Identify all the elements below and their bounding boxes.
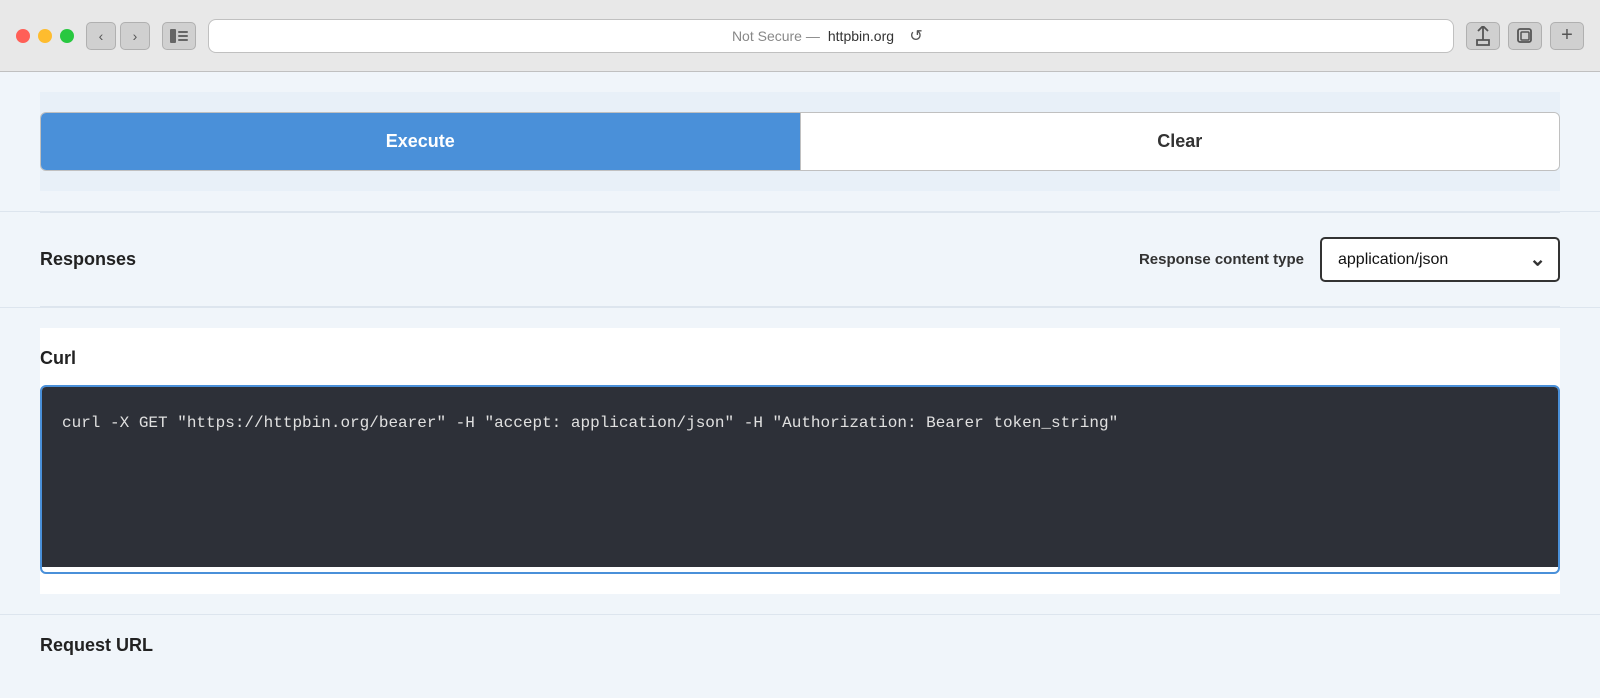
minimize-button[interactable] bbox=[38, 29, 52, 43]
address-bar[interactable]: Not Secure — httpbin.org ↺ bbox=[208, 19, 1454, 53]
divider-2 bbox=[0, 307, 1600, 308]
execute-button[interactable]: Execute bbox=[41, 113, 800, 170]
tabs-button[interactable] bbox=[1508, 22, 1542, 50]
nav-buttons: ‹ › bbox=[86, 22, 150, 50]
domain-label: httpbin.org bbox=[828, 28, 894, 44]
request-url-section: Request URL bbox=[40, 594, 1560, 676]
curl-textarea-wrapper: curl -X GET "https://httpbin.org/bearer"… bbox=[40, 385, 1560, 574]
browser-chrome: ‹ › Not Secure — httpbin.org ↺ + bbox=[0, 0, 1600, 72]
curl-section: Curl curl -X GET "https://httpbin.org/be… bbox=[40, 328, 1560, 594]
responses-section: Responses Response content type applicat… bbox=[40, 212, 1560, 307]
maximize-button[interactable] bbox=[60, 29, 74, 43]
curl-textarea[interactable]: curl -X GET "https://httpbin.org/bearer"… bbox=[42, 387, 1558, 567]
new-tab-button[interactable]: + bbox=[1550, 22, 1584, 50]
traffic-lights bbox=[16, 29, 74, 43]
reload-button[interactable]: ↺ bbox=[902, 22, 930, 50]
not-secure-label: Not Secure — bbox=[732, 28, 820, 44]
page-content: Execute Clear Responses Response content… bbox=[0, 72, 1600, 698]
sidebar-toggle-button[interactable] bbox=[162, 22, 196, 50]
divider-3 bbox=[0, 614, 1600, 615]
response-content-type-label: Response content type bbox=[1139, 251, 1304, 268]
request-url-title: Request URL bbox=[40, 635, 153, 655]
response-content-type-row: Response content type application/json t… bbox=[1139, 237, 1560, 282]
action-buttons-row: Execute Clear bbox=[40, 112, 1560, 171]
back-button[interactable]: ‹ bbox=[86, 22, 116, 50]
browser-actions: + bbox=[1466, 22, 1584, 50]
content-type-select-wrapper: application/json text/plain application/… bbox=[1320, 237, 1560, 282]
responses-title: Responses bbox=[40, 249, 136, 270]
forward-button[interactable]: › bbox=[120, 22, 150, 50]
response-content-type-select[interactable]: application/json text/plain application/… bbox=[1320, 237, 1560, 282]
curl-title: Curl bbox=[40, 348, 1560, 369]
close-button[interactable] bbox=[16, 29, 30, 43]
share-button[interactable] bbox=[1466, 22, 1500, 50]
action-buttons-section: Execute Clear bbox=[40, 92, 1560, 191]
clear-button[interactable]: Clear bbox=[800, 113, 1560, 170]
